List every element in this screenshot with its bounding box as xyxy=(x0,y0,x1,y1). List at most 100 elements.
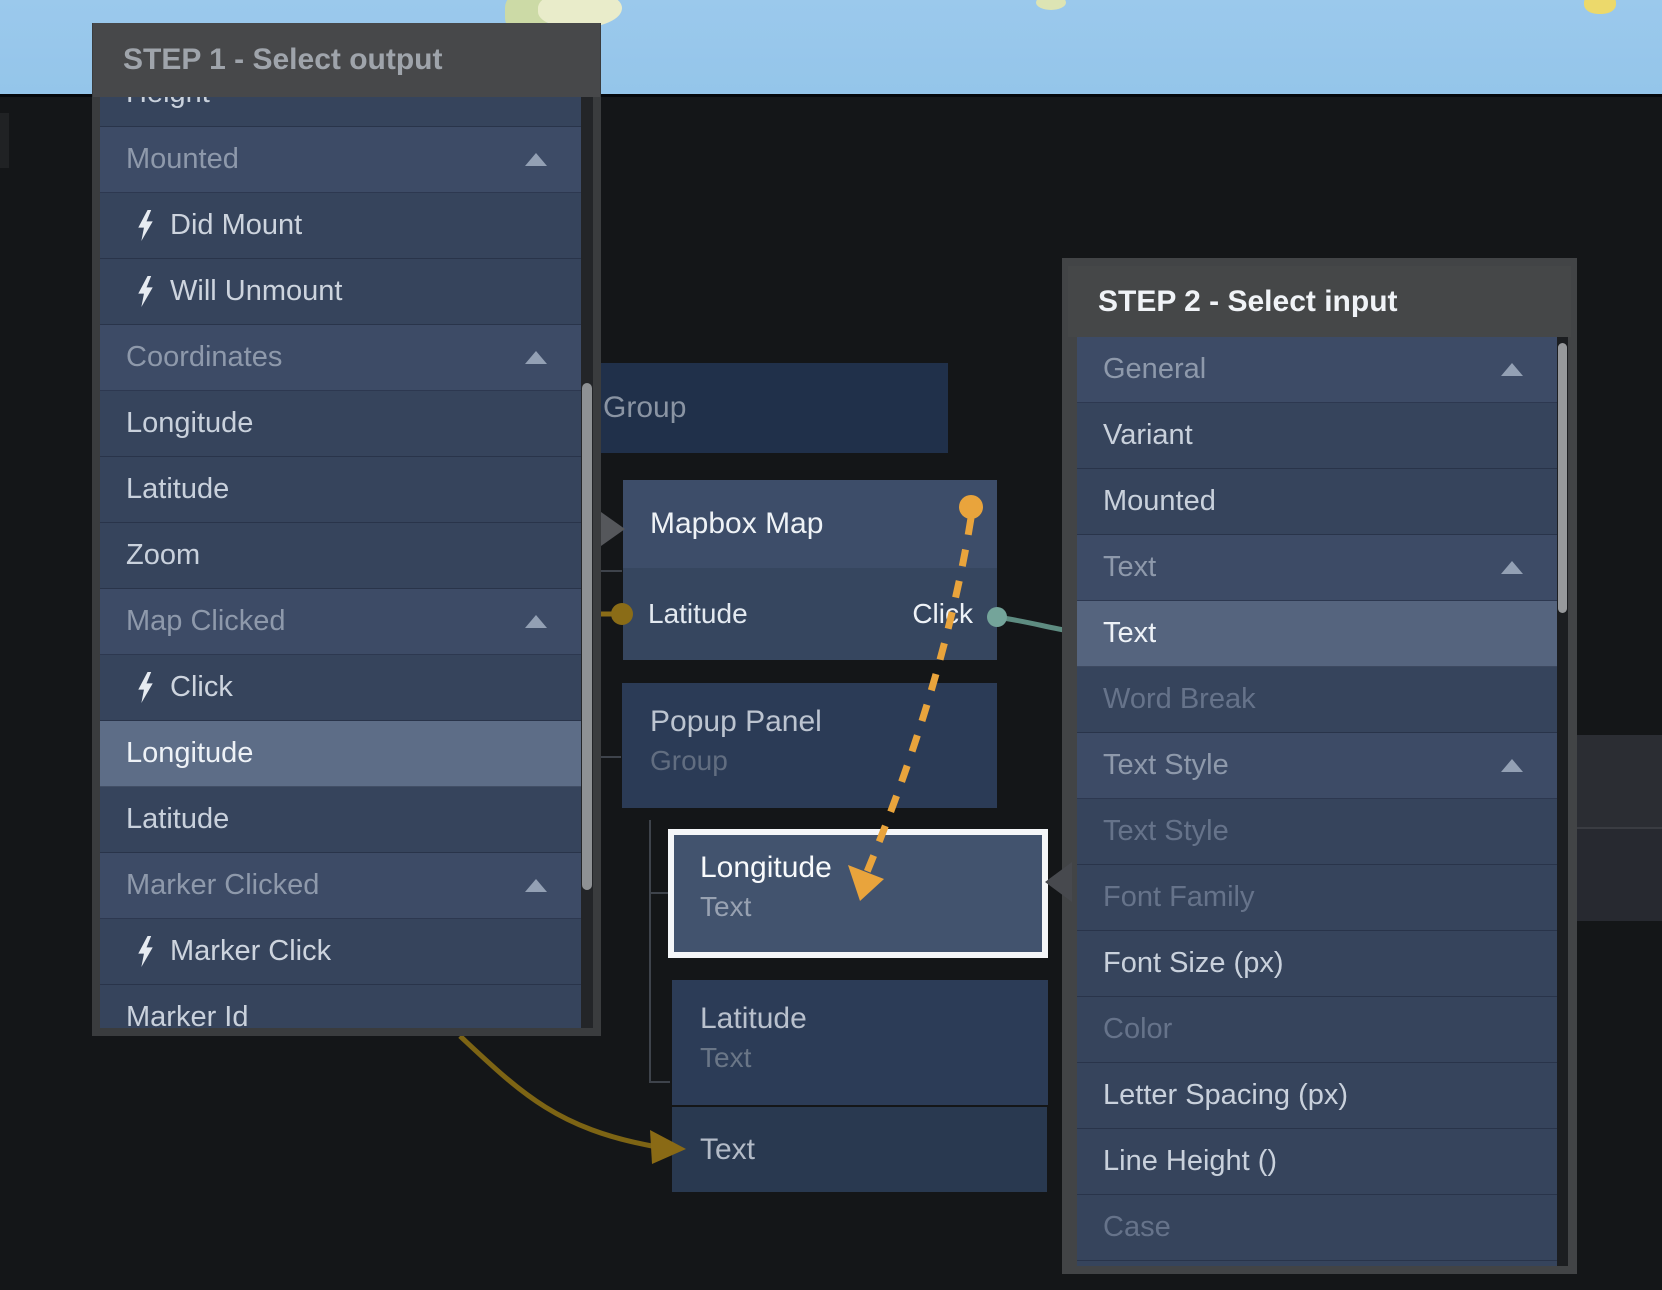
node-mapbox-map[interactable]: Mapbox Map Latitude Click xyxy=(623,480,997,660)
node-latitude[interactable]: Latitude Text xyxy=(672,980,1048,1105)
list-row-font-size-px-[interactable]: Font Size (px) xyxy=(1077,931,1557,997)
node-group[interactable]: Group xyxy=(560,363,948,453)
step2-select-input-panel: STEP 2 - Select input General Variant Moun… xyxy=(1062,258,1577,1274)
list-row-map-clicked[interactable]: Map Clicked xyxy=(100,589,581,655)
panel-to-text-connection xyxy=(460,1036,652,1146)
list-row-text-style[interactable]: Text Style xyxy=(1077,799,1557,865)
list-row-mounted[interactable]: Mounted xyxy=(1077,469,1557,535)
list-row-label: Marker Click xyxy=(170,935,331,968)
step1-panel-title: STEP 1 - Select output xyxy=(123,23,443,97)
list-row-label: Text xyxy=(1103,551,1156,584)
list-row-label: Mounted xyxy=(126,143,239,176)
list-row-label: Will Unmount xyxy=(170,275,342,308)
list-row-variant[interactable]: Variant xyxy=(1077,403,1557,469)
list-row-font-family[interactable]: Font Family xyxy=(1077,865,1557,931)
offscreen-node-fragment xyxy=(1577,735,1662,921)
event-bolt-icon xyxy=(136,936,155,967)
map-land-blob xyxy=(1036,0,1066,10)
collapse-arrow-icon[interactable] xyxy=(525,153,547,166)
node-title: Group xyxy=(603,363,686,453)
list-row-color[interactable]: Color xyxy=(1077,997,1557,1063)
list-row-did-mount[interactable]: Did Mount xyxy=(100,193,581,259)
list-row-label: Click xyxy=(170,671,233,704)
tree-line-vertical xyxy=(649,820,651,1083)
port-click[interactable]: Click xyxy=(912,568,973,660)
list-row-height[interactable]: Height xyxy=(100,97,581,127)
list-row-longitude[interactable]: Longitude xyxy=(100,391,581,457)
list-row-label: Font Size (px) xyxy=(1103,947,1284,980)
list-row-text[interactable]: Text xyxy=(1077,601,1557,667)
node-subtitle: Text xyxy=(700,1042,751,1074)
node-title: Longitude xyxy=(700,851,832,885)
step2-scrollbar-thumb[interactable] xyxy=(1558,343,1567,613)
list-row-label: Height xyxy=(126,97,210,110)
list-row-mounted[interactable]: Mounted xyxy=(100,127,581,193)
event-bolt-icon xyxy=(136,210,155,241)
list-row-label: Mounted xyxy=(1103,485,1216,518)
step1-select-output-panel: STEP 1 - Select output Height Mounted Did … xyxy=(92,23,601,1036)
node-longitude[interactable]: Longitude Text xyxy=(674,835,1042,952)
event-bolt-icon xyxy=(136,672,155,703)
list-row-label: Color xyxy=(1103,1013,1172,1046)
list-row-label: Coordinates xyxy=(126,341,282,374)
list-row-label: General xyxy=(1103,353,1206,386)
list-row-text[interactable]: Text xyxy=(1077,535,1557,601)
collapse-arrow-icon[interactable] xyxy=(1501,759,1523,772)
list-row-marker-click[interactable]: Marker Click xyxy=(100,919,581,985)
step2-input-list[interactable]: General Variant Mounted Text Text Word Break T… xyxy=(1077,337,1557,1266)
collapse-arrow-icon[interactable] xyxy=(525,615,547,628)
click-signal-connection xyxy=(997,617,1070,631)
list-row-text-style[interactable]: Text Style xyxy=(1077,733,1557,799)
node-title: Latitude xyxy=(700,1002,807,1036)
step2-panel-title: STEP 2 - Select input xyxy=(1098,266,1398,337)
collapse-arrow-icon[interactable] xyxy=(1501,363,1523,376)
list-row-zoom[interactable]: Zoom xyxy=(100,523,581,589)
step1-panel-header: STEP 1 - Select output xyxy=(93,23,600,97)
list-row-coordinates[interactable]: Coordinates xyxy=(100,325,581,391)
node-text[interactable]: Text xyxy=(672,1107,1047,1192)
list-row-label: Longitude xyxy=(126,737,253,770)
step2-panel-header: STEP 2 - Select input xyxy=(1068,266,1571,337)
node-editor-canvas: Group Mapbox Map Latitude Click Popup Pa… xyxy=(0,0,1662,1290)
list-row-label: Word Break xyxy=(1103,683,1256,716)
list-row-marker-id[interactable]: Marker Id xyxy=(100,985,581,1028)
list-row-label: Latitude xyxy=(126,473,229,506)
list-row-label: Longitude xyxy=(126,407,253,440)
map-land-blob xyxy=(1584,0,1616,14)
list-row-general[interactable]: General xyxy=(1077,337,1557,403)
list-row-latitude[interactable]: Latitude xyxy=(100,457,581,523)
list-row-case[interactable]: Case xyxy=(1077,1195,1557,1261)
node-header[interactable]: Mapbox Map xyxy=(623,480,997,568)
step1-scrollbar-thumb[interactable] xyxy=(582,383,592,890)
list-row-label: Text Style xyxy=(1103,815,1229,848)
event-bolt-icon xyxy=(136,276,155,307)
list-row-marker-clicked[interactable]: Marker Clicked xyxy=(100,853,581,919)
list-row-letter-spacing-px-[interactable]: Letter Spacing (px) xyxy=(1077,1063,1557,1129)
collapse-arrow-icon[interactable] xyxy=(1501,561,1523,574)
collapse-arrow-icon[interactable] xyxy=(525,879,547,892)
node-subtitle: Text xyxy=(700,891,751,923)
list-row-will-unmount[interactable]: Will Unmount xyxy=(100,259,581,325)
collapse-arrow-icon[interactable] xyxy=(525,351,547,364)
list-row-label: Zoom xyxy=(126,539,200,572)
list-row-longitude[interactable]: Longitude xyxy=(100,721,581,787)
list-row-line-height-[interactable]: Line Height () xyxy=(1077,1129,1557,1195)
tree-line-stub xyxy=(649,1081,670,1083)
list-row-label: Marker Id xyxy=(126,1001,248,1028)
list-row-label: Map Clicked xyxy=(126,605,286,638)
node-title: Popup Panel xyxy=(650,705,822,739)
step1-output-list[interactable]: Height Mounted Did Mount Will Unmount Coordi… xyxy=(100,97,581,1028)
port-latitude[interactable]: Latitude xyxy=(648,568,748,660)
list-row-label: Did Mount xyxy=(170,209,302,242)
node-title: Text xyxy=(700,1107,755,1192)
list-row-label: Font Family xyxy=(1103,881,1254,914)
list-row-latitude[interactable]: Latitude xyxy=(100,787,581,853)
list-row-label: Letter Spacing (px) xyxy=(1103,1079,1348,1112)
list-row-label: Marker Clicked xyxy=(126,869,319,902)
tree-line-stub xyxy=(600,756,621,758)
list-row-word-break[interactable]: Word Break xyxy=(1077,667,1557,733)
list-row-click[interactable]: Click xyxy=(100,655,581,721)
node-popup-panel[interactable]: Popup Panel Group xyxy=(622,683,997,808)
node-title: Mapbox Map xyxy=(650,480,823,568)
offscreen-node-fragment xyxy=(1577,829,1662,921)
